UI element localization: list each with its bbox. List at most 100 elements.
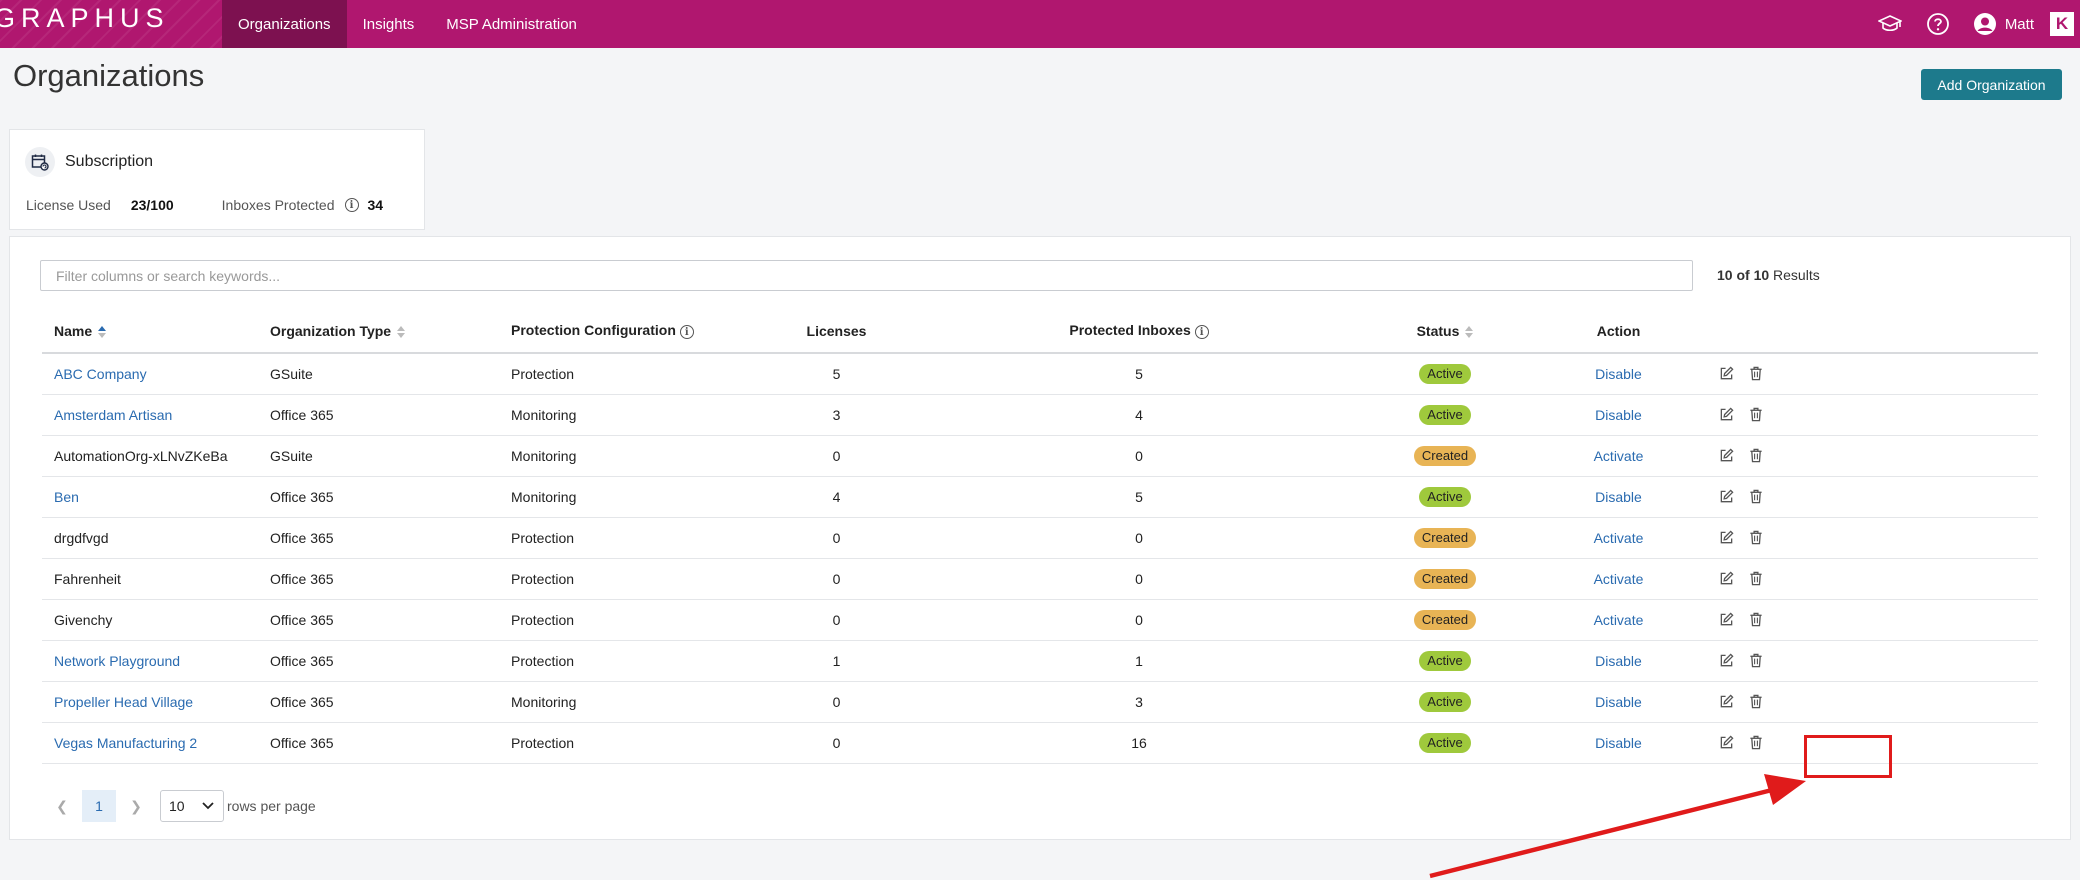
action-cell: Activate xyxy=(1531,599,1706,641)
trash-icon[interactable] xyxy=(1747,529,1764,546)
licenses-cell: 0 xyxy=(754,722,919,764)
status-cell: Active xyxy=(1359,476,1531,518)
disable-button[interactable]: Disable xyxy=(1595,735,1642,751)
activate-button[interactable]: Activate xyxy=(1594,571,1644,587)
edit-icon[interactable] xyxy=(1718,529,1735,546)
action-cell: Disable xyxy=(1531,681,1706,723)
trash-icon[interactable] xyxy=(1747,611,1764,628)
brand-logo[interactable]: GRAPHUS xyxy=(0,0,222,48)
protection-configuration-cell: Monitoring xyxy=(499,435,754,477)
trash-icon[interactable] xyxy=(1747,693,1764,710)
edit-icon[interactable] xyxy=(1718,611,1735,628)
organization-name[interactable]: Network Playground xyxy=(54,653,180,669)
organization-name-cell: ABC Company xyxy=(42,353,258,395)
disable-button[interactable]: Disable xyxy=(1595,366,1642,382)
results-count-value: 10 of 10 xyxy=(1717,267,1770,283)
row-tools-cell xyxy=(1706,558,2038,600)
edit-icon[interactable] xyxy=(1718,652,1735,669)
info-icon[interactable]: i xyxy=(679,325,694,340)
rows-per-page-value: 10 xyxy=(169,798,185,814)
results-label: Results xyxy=(1773,267,1820,283)
page-number-button[interactable]: 1 xyxy=(82,790,116,822)
status-badge: Active xyxy=(1419,732,1471,753)
status-cell: Active xyxy=(1359,353,1531,395)
edit-icon[interactable] xyxy=(1718,488,1735,505)
annotation-highlight-box xyxy=(1804,735,1892,778)
protected-inboxes-cell: 3 xyxy=(919,681,1359,723)
info-icon[interactable]: i xyxy=(344,198,359,212)
disable-button[interactable]: Disable xyxy=(1595,489,1642,505)
graduation-cap-icon[interactable] xyxy=(1877,11,1903,37)
protected-inboxes-cell: 0 xyxy=(919,599,1359,641)
disable-button[interactable]: Disable xyxy=(1595,694,1642,710)
previous-page-icon[interactable]: ❮ xyxy=(50,798,74,815)
protected-inboxes-cell: 1 xyxy=(919,640,1359,682)
sort-icon[interactable] xyxy=(1465,325,1474,338)
licenses-cell: 0 xyxy=(754,435,919,477)
disable-button[interactable]: Disable xyxy=(1595,653,1642,669)
organization-name[interactable]: ABC Company xyxy=(54,366,147,382)
activate-button[interactable]: Activate xyxy=(1594,612,1644,628)
activate-button[interactable]: Activate xyxy=(1594,448,1644,464)
license-used-value: 23/100 xyxy=(130,197,174,213)
search-input[interactable] xyxy=(40,260,1693,291)
organization-name[interactable]: Amsterdam Artisan xyxy=(54,407,172,423)
organization-type-cell: Office 365 xyxy=(258,722,499,764)
table-row: Vegas Manufacturing 2 Office 365 Protectio… xyxy=(42,722,2038,764)
info-icon[interactable]: i xyxy=(1194,325,1209,340)
subscription-stats: License Used 23/100 Inboxes Protected i … xyxy=(26,197,383,213)
pagination: ❮ 1 ❯ 10 rows per page xyxy=(50,790,316,822)
user-menu[interactable]: Matt xyxy=(1973,12,2034,36)
organization-name-cell: Fahrenheit xyxy=(42,558,258,600)
protection-configuration-cell: Protection xyxy=(499,640,754,682)
edit-icon[interactable] xyxy=(1718,406,1735,423)
column-header-name[interactable]: Name xyxy=(42,309,258,354)
trash-icon[interactable] xyxy=(1747,447,1764,464)
protection-configuration-cell: Monitoring xyxy=(499,681,754,723)
licenses-cell: 0 xyxy=(754,681,919,723)
trash-icon[interactable] xyxy=(1747,365,1764,382)
column-header-organization-type[interactable]: Organization Type xyxy=(258,309,499,354)
organization-name-cell: Vegas Manufacturing 2 xyxy=(42,722,258,764)
help-circle-icon[interactable] xyxy=(1925,11,1951,37)
edit-icon[interactable] xyxy=(1718,365,1735,382)
trash-icon[interactable] xyxy=(1747,652,1764,669)
nav-item-insights[interactable]: Insights xyxy=(347,0,431,48)
nav-item-msp-administration[interactable]: MSP Administration xyxy=(430,0,593,48)
status-badge: Created xyxy=(1413,527,1477,548)
protection-configuration-cell: Protection xyxy=(499,599,754,641)
status-badge: Active xyxy=(1419,486,1471,507)
licenses-cell: 3 xyxy=(754,394,919,436)
activate-button[interactable]: Activate xyxy=(1594,530,1644,546)
protection-configuration-cell: Monitoring xyxy=(499,476,754,518)
status-cell: Active xyxy=(1359,640,1531,682)
add-organization-button[interactable]: Add Organization xyxy=(1921,69,2062,100)
edit-icon[interactable] xyxy=(1718,447,1735,464)
trash-icon[interactable] xyxy=(1747,570,1764,587)
rows-per-page-select[interactable]: 10 xyxy=(160,790,224,822)
nav-item-organizations[interactable]: Organizations xyxy=(222,0,347,48)
table-header-row: Name Organization Type Protection Config… xyxy=(42,309,2038,354)
subscription-card: Subscription License Used 23/100 Inboxes… xyxy=(9,129,425,230)
organization-name[interactable]: Propeller Head Village xyxy=(54,694,193,710)
edit-icon[interactable] xyxy=(1718,570,1735,587)
kaseya-logo[interactable]: K xyxy=(2050,12,2074,36)
sort-icon[interactable] xyxy=(397,325,406,338)
row-tools-cell xyxy=(1706,640,2038,682)
sort-ascending-icon[interactable] xyxy=(98,325,107,338)
trash-icon[interactable] xyxy=(1747,406,1764,423)
organization-name: Fahrenheit xyxy=(54,570,121,587)
chevron-down-icon xyxy=(202,802,214,810)
column-header-status[interactable]: Status xyxy=(1359,309,1531,354)
edit-icon[interactable] xyxy=(1718,693,1735,710)
organization-name[interactable]: Vegas Manufacturing 2 xyxy=(54,735,197,751)
disable-button[interactable]: Disable xyxy=(1595,407,1642,423)
next-page-icon[interactable]: ❯ xyxy=(124,798,148,815)
organization-type-cell: Office 365 xyxy=(258,476,499,518)
trash-icon[interactable] xyxy=(1747,488,1764,505)
protection-configuration-cell: Protection xyxy=(499,558,754,600)
organization-name[interactable]: Ben xyxy=(54,489,79,505)
inboxes-protected-label: Inboxes Protected xyxy=(221,197,335,213)
edit-icon[interactable] xyxy=(1718,734,1735,751)
trash-icon[interactable] xyxy=(1747,734,1764,751)
